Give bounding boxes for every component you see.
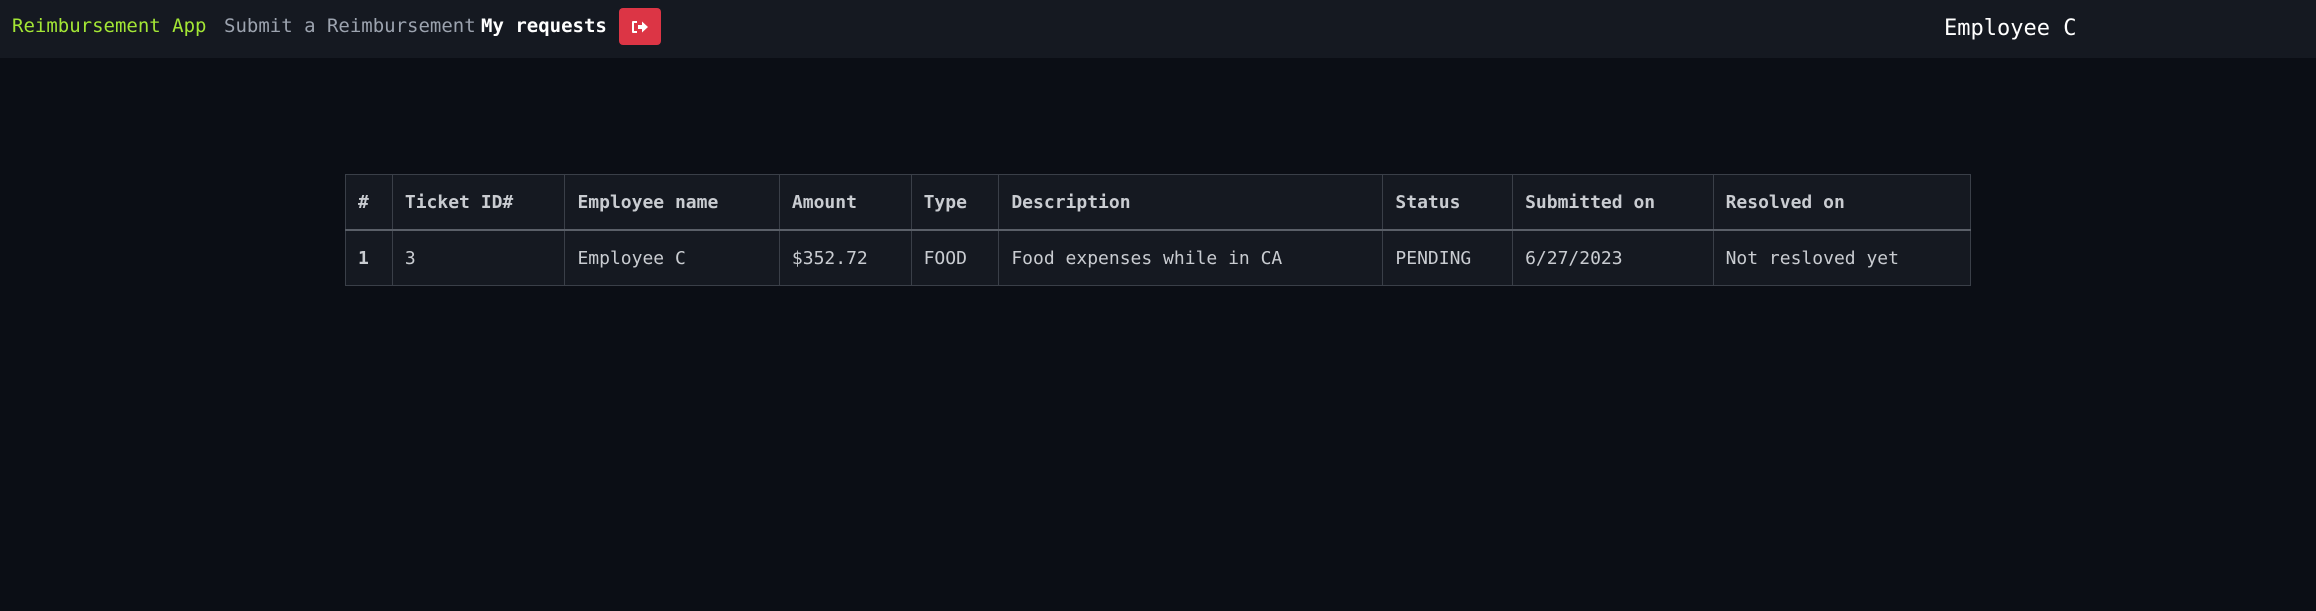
current-user-name: Employee C [1944, 16, 2077, 41]
header-description: Description [998, 174, 1384, 231]
row-description: Food expenses while in CA [998, 229, 1384, 286]
nav-link-my-requests[interactable]: My requests [481, 14, 607, 38]
table-header-row: # Ticket ID# Employee name Amount Type D… [345, 174, 1972, 231]
row-amount: $352.72 [778, 229, 912, 286]
logout-button[interactable] [619, 8, 661, 45]
nav-link-submit-reimbursement[interactable]: Submit a Reimbursement [224, 14, 476, 38]
table-row: 1 3 Employee C $352.72 FOOD Food expense… [345, 229, 1972, 286]
header-submitted-on: Submitted on [1512, 174, 1714, 231]
brand-link[interactable]: Reimbursement App [12, 14, 206, 38]
header-ticket-id: Ticket ID# [391, 174, 566, 231]
header-amount: Amount [778, 174, 912, 231]
requests-table: # Ticket ID# Employee name Amount Type D… [345, 174, 1972, 286]
row-status: PENDING [1382, 229, 1514, 286]
sign-out-icon [632, 20, 648, 33]
header-status: Status [1382, 174, 1514, 231]
row-type: FOOD [910, 229, 1000, 286]
row-ticket-id: 3 [391, 229, 566, 286]
header-index: # [345, 174, 393, 231]
row-employee-name: Employee C [564, 229, 780, 286]
header-employee-name: Employee name [564, 174, 780, 231]
header-resolved-on: Resolved on [1712, 174, 1972, 231]
row-resolved-on: Not resloved yet [1712, 229, 1972, 286]
row-submitted-on: 6/27/2023 [1512, 229, 1714, 286]
row-index: 1 [345, 229, 393, 286]
header-type: Type [910, 174, 1000, 231]
navbar: Reimbursement App Submit a Reimbursement… [0, 0, 2316, 58]
